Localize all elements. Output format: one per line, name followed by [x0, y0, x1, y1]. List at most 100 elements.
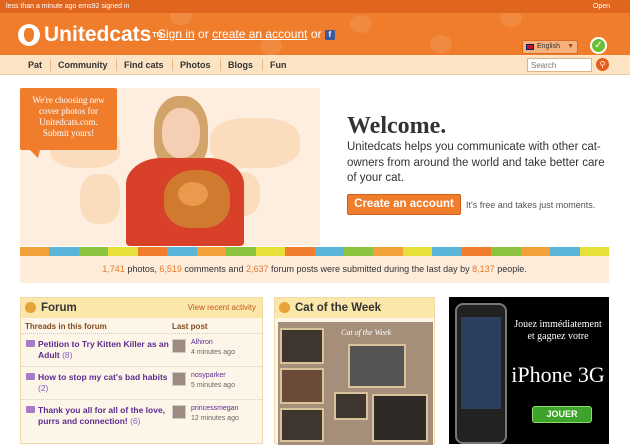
avatar [172, 339, 186, 353]
search-icon[interactable]: ⚲ [596, 58, 609, 71]
cat-photo[interactable] [334, 392, 368, 420]
last-post-user[interactable]: nosyparker [191, 372, 226, 379]
open-link[interactable]: Open [593, 0, 610, 13]
folder-icon [26, 373, 35, 380]
stat-comments: 6,519 [159, 264, 182, 274]
col-threads: Threads in this forum [25, 322, 107, 331]
cotw-title: Cat of the Week [295, 302, 382, 314]
cat-collage-board[interactable] [278, 322, 433, 445]
col-last-post: Last post [172, 322, 208, 331]
folder-icon [26, 340, 35, 347]
last-post-time: 12 minutes ago [191, 415, 239, 422]
forum-thread-row[interactable]: How to stop my cat's bad habits (2) nosy… [21, 366, 262, 399]
paw-decoration-icon [170, 13, 192, 25]
status-signed: signed in [101, 3, 130, 10]
status-time: less than a minute ago [6, 3, 77, 10]
cat-photo[interactable] [372, 394, 428, 442]
main-nav: Pat Community Find cats Photos Blogs Fun… [0, 55, 630, 75]
stat-people-label: people. [497, 264, 527, 274]
or-text: or [198, 27, 209, 41]
facebook-icon[interactable]: f [324, 29, 335, 40]
stat-photos-label: photos, [127, 264, 157, 274]
status-user[interactable]: ems92 [78, 3, 99, 10]
forum-thread-row[interactable]: Thank you all for all of the love, purrs… [21, 399, 262, 432]
language-select[interactable]: English ▼ [522, 40, 578, 54]
paw-decoration-icon [430, 35, 452, 53]
thread-title[interactable]: Petition to Try Kitten Killer as an Adul… [38, 339, 169, 360]
forum-header: Forum View recent activity [21, 298, 262, 318]
check-icon[interactable]: ✓ [590, 37, 607, 54]
cat-logo-icon [18, 24, 40, 46]
hero-photo-woman-with-cat [126, 92, 256, 246]
site-header: Unitedcats TM Sign in or create an accou… [0, 13, 630, 55]
stat-posts: 2,637 [245, 264, 269, 274]
map-land [80, 174, 120, 224]
or-text: or [310, 27, 322, 41]
forum-thread-row[interactable]: Petition to Try Kitten Killer as an Adul… [21, 333, 262, 366]
avatar [172, 405, 186, 419]
stat-photos: 1,741 [102, 264, 125, 274]
nav-item-blogs[interactable]: Blogs [228, 55, 253, 75]
iphone-advertisement[interactable]: Jouez immédiatement et gagnez votre iPho… [449, 297, 609, 444]
color-stripe-divider [20, 247, 609, 256]
nav-item-photos[interactable]: Photos [180, 55, 211, 75]
cat-photo[interactable] [348, 344, 406, 388]
thread-title[interactable]: How to stop my cat's bad habits [38, 372, 168, 382]
paw-icon [279, 302, 290, 313]
view-recent-activity-link[interactable]: View recent activity [188, 298, 256, 318]
nav-divider [172, 59, 173, 71]
cat-photo[interactable] [280, 408, 324, 442]
folder-icon [26, 406, 35, 413]
ad-text-line1: Jouez immédiatement et gagnez votre [514, 319, 602, 342]
nav-divider [262, 59, 263, 71]
site-logo[interactable]: Unitedcats TM [18, 23, 162, 47]
forum-title: Forum [41, 302, 77, 314]
nav-divider [220, 59, 221, 71]
thread-count: (8) [62, 349, 73, 360]
paw-icon [25, 302, 36, 313]
avatar [172, 372, 186, 386]
thread-count: (2) [38, 382, 49, 393]
ad-text-line2: iPhone 3G [511, 362, 605, 387]
stat-comments-label: comments and [184, 264, 244, 274]
cotw-header: Cat of the Week [275, 298, 434, 318]
paw-decoration-icon [350, 15, 372, 33]
play-button[interactable]: JOUER [532, 406, 592, 423]
last-post-user[interactable]: princessmegan [191, 405, 238, 412]
cat-of-the-week-panel: Cat of the Week Cat of the Week [274, 297, 435, 445]
logo-text: Unitedcats [44, 23, 152, 46]
auth-links: Sign in or create an account or f [158, 27, 335, 41]
create-account-button[interactable]: Create an account [347, 194, 461, 215]
nav-item-fun[interactable]: Fun [270, 55, 287, 75]
nav-divider [50, 59, 51, 71]
thread-title[interactable]: Thank you all for all of the love, purrs… [38, 405, 165, 426]
forum-columns: Threads in this forum Last post [21, 318, 262, 333]
nav-item-pat[interactable]: Pat [28, 55, 42, 75]
sign-in-link[interactable]: Sign in [158, 27, 195, 41]
forum-panel: Forum View recent activity Threads in th… [20, 297, 263, 444]
cover-photo-callout[interactable]: We're choosing new cover photos for Unit… [20, 88, 117, 158]
welcome-heading: Welcome. [347, 113, 447, 139]
cat-image [164, 170, 230, 228]
search-input[interactable] [527, 58, 592, 72]
iphone-image [455, 303, 507, 444]
board-label: Cat of the Week [341, 328, 392, 337]
top-status-strip: less than a minute ago ems92 signed in O… [0, 0, 630, 13]
activity-stats: 1,741 photos, 6,519 comments and 2,637 f… [20, 256, 609, 283]
last-post-time: 4 minutes ago [191, 349, 235, 356]
stat-people: 8,137 [472, 264, 495, 274]
nav-item-find-cats[interactable]: Find cats [124, 55, 164, 75]
stat-posts-label: forum posts were submitted during the la… [271, 264, 470, 274]
intro-text: Unitedcats helps you communicate with ot… [347, 141, 605, 184]
cat-photo[interactable] [280, 368, 324, 404]
last-post-user[interactable]: Alhiron [191, 339, 213, 346]
language-label: English [537, 43, 560, 50]
thread-count: (6) [130, 415, 141, 426]
paw-decoration-icon [500, 13, 522, 27]
uk-flag-icon [526, 44, 534, 50]
nav-item-community[interactable]: Community [58, 55, 108, 75]
create-account-link[interactable]: create an account [212, 27, 307, 41]
cat-photo[interactable] [280, 328, 324, 364]
chevron-down-icon: ▼ [567, 43, 574, 50]
nav-divider [116, 59, 117, 71]
